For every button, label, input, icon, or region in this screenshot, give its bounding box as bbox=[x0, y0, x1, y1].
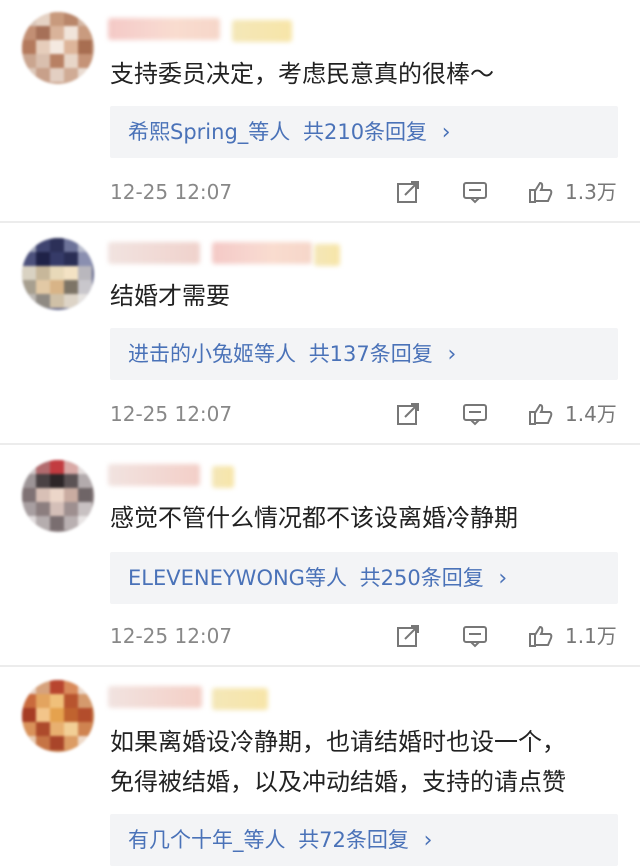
username-blurred[interactable] bbox=[108, 18, 220, 40]
replies-link[interactable]: 进击的小兔姬等人 共137条回复 › bbox=[110, 328, 618, 380]
avatar[interactable] bbox=[22, 680, 94, 752]
comment-time: 12-25 12:07 bbox=[110, 180, 233, 204]
like-count: 1.1万 bbox=[565, 624, 617, 648]
username-blurred[interactable] bbox=[108, 686, 202, 708]
username-blurred-extra bbox=[212, 242, 312, 264]
user-badge-blurred bbox=[314, 244, 340, 266]
reply-users: ELEVENEYWONG等人 bbox=[128, 566, 347, 590]
reply-count: 共137条回复 bbox=[308, 342, 433, 366]
thumbs-up-icon[interactable] bbox=[528, 624, 554, 648]
user-badge-blurred bbox=[212, 466, 234, 488]
comment-meta: 12-25 12:07 1.1万 bbox=[110, 616, 630, 656]
comment-time: 12-25 12:07 bbox=[110, 402, 233, 426]
reply-count: 共210条回复 bbox=[302, 120, 428, 144]
like-count: 1.3万 bbox=[565, 180, 617, 204]
comment-text: 结婚才需要 bbox=[110, 282, 230, 310]
username-blurred[interactable] bbox=[108, 242, 200, 264]
comment-icon[interactable] bbox=[462, 180, 488, 204]
chevron-right-icon: › bbox=[498, 566, 508, 591]
divider bbox=[0, 221, 640, 223]
avatar[interactable] bbox=[22, 12, 94, 84]
divider bbox=[0, 665, 640, 667]
like-count: 1.4万 bbox=[565, 402, 617, 426]
thumbs-up-icon[interactable] bbox=[528, 180, 554, 204]
chevron-right-icon: › bbox=[447, 342, 457, 367]
thumbs-up-icon[interactable] bbox=[528, 402, 554, 426]
avatar[interactable] bbox=[22, 238, 94, 310]
user-badge-blurred bbox=[212, 688, 268, 710]
comment-time: 12-25 12:07 bbox=[110, 624, 233, 648]
chevron-right-icon: › bbox=[423, 828, 433, 853]
comment-icon[interactable] bbox=[462, 624, 488, 648]
user-badge-blurred bbox=[232, 20, 292, 42]
reply-count: 共250条回复 bbox=[359, 566, 484, 590]
divider bbox=[0, 443, 640, 445]
share-icon[interactable] bbox=[396, 180, 422, 204]
comment-text-line-1: 如果离婚设冷静期，也请结婚时也设一个， bbox=[110, 728, 566, 756]
reply-users: 进击的小兔姬等人 bbox=[128, 342, 296, 366]
replies-link[interactable]: 有几个十年_等人 共72条回复 › bbox=[110, 814, 618, 866]
avatar[interactable] bbox=[22, 460, 94, 532]
share-icon[interactable] bbox=[396, 402, 422, 426]
replies-link[interactable]: ELEVENEYWONG等人 共250条回复 › bbox=[110, 552, 618, 604]
comment-text: 感觉不管什么情况都不该设离婚冷静期 bbox=[110, 504, 518, 532]
reply-users: 希熙Spring_等人 bbox=[128, 120, 291, 144]
chevron-right-icon: › bbox=[441, 120, 451, 145]
reply-count: 共72条回复 bbox=[298, 828, 409, 852]
comment-text: 支持委员决定，考虑民意真的很棒～ bbox=[110, 60, 494, 88]
comment-meta: 12-25 12:07 1.3万 bbox=[110, 172, 630, 212]
replies-link[interactable]: 希熙Spring_等人 共210条回复 › bbox=[110, 106, 618, 158]
reply-users: 有几个十年_等人 bbox=[128, 828, 286, 852]
comment-text-line-2: 免得被结婚，以及冲动结婚，支持的请点赞 bbox=[110, 768, 566, 796]
username-blurred[interactable] bbox=[108, 464, 200, 486]
share-icon[interactable] bbox=[396, 624, 422, 648]
comment-icon[interactable] bbox=[462, 402, 488, 426]
comment-meta: 12-25 12:07 1.4万 bbox=[110, 394, 630, 434]
